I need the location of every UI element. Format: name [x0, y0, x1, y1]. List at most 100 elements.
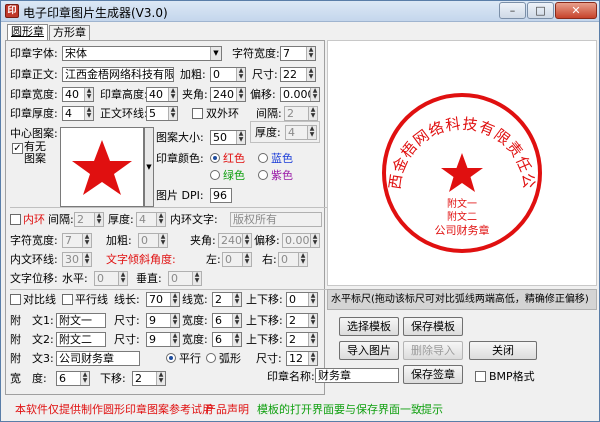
- tab-square-stamp[interactable]: 方形章: [49, 25, 90, 40]
- double-ring-checkbox[interactable]: [192, 108, 203, 119]
- tilt-right-label: 右:: [262, 253, 277, 266]
- inner-ring-line-label: 内文环线:: [10, 253, 58, 266]
- stamp-subtext3: 公司财务章: [435, 223, 490, 237]
- size-stepper[interactable]: 22 ▲ ▼: [280, 67, 316, 82]
- inner-thick-stepper[interactable]: 4 ▲ ▼: [136, 212, 166, 227]
- inner-gap-stepper[interactable]: 2 ▲ ▼: [74, 212, 104, 227]
- stamp-text-input[interactable]: 江西金梧网络科技有限责: [62, 67, 174, 82]
- vertical-label: 垂直:: [136, 272, 162, 285]
- tilt-left-stepper[interactable]: 0 ▲ ▼: [222, 252, 252, 267]
- char-width-stepper[interactable]: 7 ▲ ▼: [280, 46, 316, 61]
- color-purple-radio[interactable]: [258, 170, 268, 180]
- line-width-stepper[interactable]: 2 ▲ ▼: [212, 292, 242, 307]
- line-updown-stepper[interactable]: 0 ▲ ▼: [286, 292, 318, 307]
- save-template-button[interactable]: 保存模板: [403, 317, 463, 336]
- subtext1-input[interactable]: 附文一: [56, 313, 106, 328]
- inner-offset-label: 偏移:: [254, 234, 280, 247]
- subtext1-move-label: 上下移:: [246, 314, 283, 327]
- color-label: 印章颜色:: [156, 152, 204, 165]
- footer: 本软件仅提供制作圆形印章图案参考试用 产品声明 模板的打开界面要与保存界面一致 …: [1, 399, 599, 421]
- close-window-button[interactable]: ✕: [555, 2, 597, 19]
- vertical-stepper[interactable]: 0 ▲ ▼: [168, 271, 202, 286]
- pattern-size-stepper[interactable]: 50 ▲ ▼: [210, 130, 246, 145]
- angle-stepper[interactable]: 240 ▲ ▼: [210, 87, 246, 102]
- tilt-right-stepper[interactable]: 0 ▲ ▼: [278, 252, 308, 267]
- bold-stepper[interactable]: 0 ▲ ▼: [210, 67, 246, 82]
- select-template-button[interactable]: 选择模板: [339, 317, 399, 336]
- color-red-radio[interactable]: [210, 153, 220, 163]
- subtext2-width-stepper[interactable]: 6 ▲ ▼: [212, 332, 242, 347]
- subtext3-width-stepper[interactable]: 6 ▲ ▼: [56, 371, 90, 386]
- horizontal-ruler-hint[interactable]: 水平标尺(拖动该标尺可对比弧线两端高低，精确修正偏移): [327, 289, 597, 310]
- subtext3-label: 附 文3:: [10, 352, 54, 365]
- dpi-label: 图片 DPI:: [156, 189, 204, 202]
- ring-stepper[interactable]: 5 ▲ ▼: [146, 106, 178, 121]
- inner-char-width-stepper[interactable]: 7 ▲ ▼: [62, 233, 92, 248]
- stamp-name-input[interactable]: 财务章: [315, 368, 399, 383]
- subtext3-size-stepper[interactable]: 12 ▲ ▼: [286, 351, 318, 366]
- gap-label: 间隔:: [256, 107, 282, 120]
- tab-round-stamp[interactable]: 圆形章: [7, 24, 48, 41]
- parallel-radio[interactable]: [166, 353, 176, 363]
- close-button[interactable]: 关闭: [469, 341, 537, 360]
- import-image-button[interactable]: 导入图片: [339, 341, 399, 360]
- subtext1-width-label: 宽度:: [182, 314, 208, 327]
- pattern-dropdown[interactable]: ▼: [144, 127, 154, 207]
- stamp-height-label: 印章高度:: [100, 88, 148, 101]
- delete-import-button[interactable]: 删除导入: [403, 341, 463, 360]
- font-select[interactable]: 宋体: [62, 46, 222, 61]
- double-thick-stepper[interactable]: 4 ▲ ▼: [285, 125, 317, 140]
- subtext3-move-stepper[interactable]: 2 ▲ ▼: [132, 371, 166, 386]
- color-purple-label: 紫色: [271, 169, 293, 182]
- offset-stepper[interactable]: 0.000 ▲ ▼: [280, 87, 320, 102]
- stamp-height-stepper[interactable]: 40 ▲ ▼: [146, 87, 178, 102]
- contrast-line-label: 对比线: [23, 293, 56, 306]
- star-icon: [72, 140, 132, 195]
- subtext1-width-stepper[interactable]: 6 ▲ ▼: [212, 313, 242, 328]
- subtext1-size-stepper[interactable]: 9 ▲ ▼: [146, 313, 180, 328]
- color-green-radio[interactable]: [210, 170, 220, 180]
- contrast-line-checkbox[interactable]: [10, 294, 21, 305]
- inner-ring-checkbox[interactable]: [10, 214, 21, 225]
- inner-bold-stepper[interactable]: 0 ▲ ▼: [138, 233, 168, 248]
- minimize-button[interactable]: –: [499, 2, 526, 19]
- subtext2-move-stepper[interactable]: 2 ▲ ▼: [286, 332, 318, 347]
- subtext1-move-stepper[interactable]: 2 ▲ ▼: [286, 313, 318, 328]
- inner-angle-label: 夹角:: [190, 234, 216, 247]
- inner-gap-label: 间隔:: [48, 213, 74, 226]
- has-pattern-checkbox[interactable]: ✓: [12, 143, 23, 154]
- thickness-stepper[interactable]: 4 ▲ ▼: [62, 106, 94, 121]
- char-width-label: 字符宽度:: [232, 47, 280, 60]
- inner-offset-stepper[interactable]: 0.000 ▲ ▼: [282, 233, 320, 248]
- color-blue-radio[interactable]: [258, 153, 268, 163]
- save-stamp-button[interactable]: 保存签章: [403, 365, 463, 384]
- has-pattern-label: 有无图案: [24, 140, 46, 165]
- subtext3-move-label: 下移:: [100, 372, 126, 385]
- svg-text:江西金梧网络科技有限责任公司: 江西金梧网络科技有限责任公司: [328, 41, 538, 190]
- product-declaration-link[interactable]: 产品声明: [205, 403, 249, 417]
- inner-text-input[interactable]: 版权所有: [230, 212, 322, 227]
- subtext1-label: 附 文1:: [10, 314, 54, 327]
- subtext3-input[interactable]: 公司财务章: [56, 351, 140, 366]
- subtext2-input[interactable]: 附文二: [56, 332, 106, 347]
- parallel-line-checkbox[interactable]: [62, 294, 73, 305]
- horizontal-stepper[interactable]: 0 ▲ ▼: [94, 271, 128, 286]
- stamp-preview-image: 江西金梧网络科技有限责任公司 附文一 附文二 公司财务章: [320, 27, 542, 253]
- dpi-input[interactable]: 96: [210, 188, 232, 203]
- pattern-preview[interactable]: [60, 127, 144, 207]
- maximize-button[interactable]: □: [527, 2, 554, 19]
- bmp-format-checkbox[interactable]: [475, 371, 486, 382]
- stamp-width-stepper[interactable]: 40 ▲ ▼: [62, 87, 94, 102]
- inner-ring-line-stepper[interactable]: 30 ▲ ▼: [62, 252, 92, 267]
- title-bar[interactable]: 印 电子印章图片生成器(V3.0) – □ ✕: [1, 1, 599, 22]
- chevron-down-icon[interactable]: ▼: [210, 47, 221, 60]
- subtext2-label: 附 文2:: [10, 333, 54, 346]
- arc-radio[interactable]: [206, 353, 216, 363]
- subtext2-size-stepper[interactable]: 9 ▲ ▼: [146, 332, 180, 347]
- line-length-stepper[interactable]: 70 ▲ ▼: [146, 292, 180, 307]
- inner-text-label: 内环文字:: [170, 213, 218, 226]
- divider: [10, 289, 328, 290]
- inner-angle-stepper[interactable]: 240 ▲ ▼: [218, 233, 252, 248]
- gap-stepper[interactable]: 2 ▲ ▼: [284, 106, 318, 121]
- double-ring-thickness-group: 厚度: 4 ▲ ▼: [250, 121, 320, 143]
